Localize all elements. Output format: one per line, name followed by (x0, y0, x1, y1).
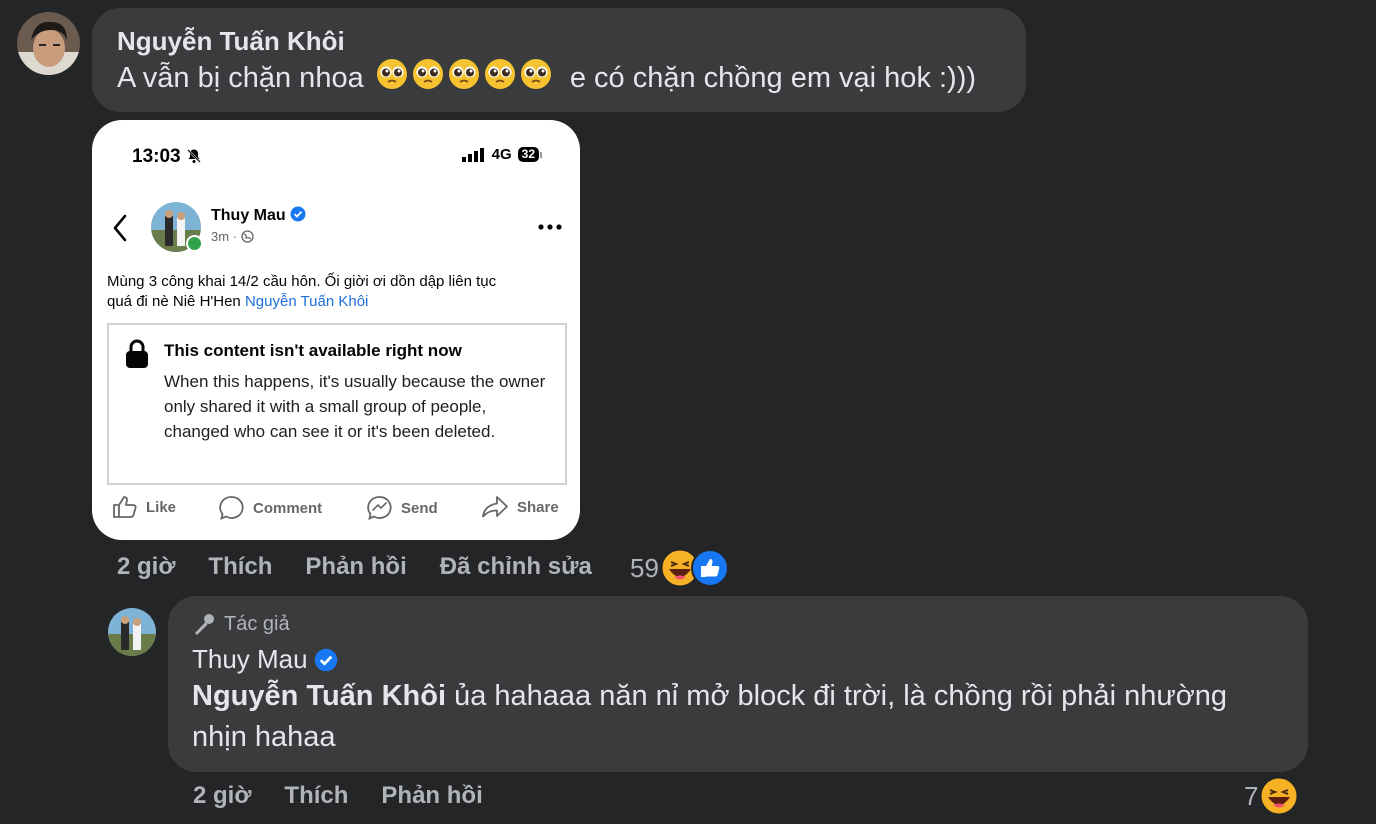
reply-bubble: Tác giả Thuy Mau Nguyễn Tuấn Khôi ủa hah… (168, 596, 1308, 772)
author-badge: Tác giả (192, 612, 290, 636)
reply-author[interactable]: Thuy Mau (192, 644, 338, 675)
comment-reply-button[interactable]: Phản hồi (305, 553, 406, 581)
post-comment-label: Comment (253, 499, 323, 517)
unavailable-description: When this happens, it's usually because … (164, 372, 546, 441)
microphone-icon (195, 614, 214, 635)
attached-screenshot[interactable]: 13:03 4G 32 Thuy Mau 3m · Mùng 3 công kh… (92, 120, 580, 540)
comment-text-before: A vẫn bị chặn nhoa (117, 62, 364, 94)
share-arrow-icon (482, 496, 508, 518)
pleading-emoji-group (376, 57, 558, 103)
comment-author[interactable]: Nguyễn Tuấn Khôi (117, 26, 345, 57)
globe-icon (240, 230, 254, 243)
author-badge-label: Tác giả (224, 612, 290, 635)
post-author-text: Thuy Mau (211, 207, 286, 224)
post-text-line1: Mùng 3 công khai 14/2 cầu hôn. Ối giời ơ… (107, 273, 497, 290)
comment-reaction-count: 59 (630, 552, 659, 583)
post-like-button[interactable]: Like (112, 495, 176, 519)
reply-mention[interactable]: Nguyễn Tuấn Khôi (192, 680, 446, 712)
pleading-face-emoji-icon (376, 58, 552, 90)
reply-reactions[interactable]: 7 (1244, 777, 1298, 815)
content-unavailable-box: This content isn't available right now W… (107, 323, 567, 485)
post-send-button[interactable]: Send (367, 495, 438, 521)
verified-badge-icon (314, 648, 337, 671)
post-meta: 3m · (211, 229, 254, 244)
reply-like-button[interactable]: Thích (284, 782, 348, 810)
post-send-label: Send (401, 499, 438, 517)
reply-author-name: Thuy Mau (192, 644, 308, 674)
back-arrow-icon[interactable] (112, 214, 128, 242)
reply-text: Nguyễn Tuấn Khôi ủa hahaaa năn nỉ mở blo… (192, 676, 1282, 758)
lock-icon (126, 339, 148, 368)
post-like-label: Like (146, 498, 177, 516)
battery-level: 32 (517, 147, 539, 162)
status-time: 13:03 (132, 146, 202, 168)
more-options-icon[interactable] (538, 224, 562, 230)
reply-author-avatar[interactable] (108, 608, 156, 656)
reply-actions: 2 giờ Thích Phản hồi (193, 782, 516, 810)
messenger-icon (367, 496, 392, 521)
reply-reply-button[interactable]: Phản hồi (381, 782, 482, 810)
post-meta-text: 3m · (211, 229, 237, 244)
verified-badge-icon (290, 206, 306, 222)
battery-icon: 32 (517, 147, 542, 162)
reply-reaction-count: 7 (1244, 780, 1259, 811)
post-share-label: Share (517, 498, 559, 516)
post-share-button[interactable]: Share (481, 495, 559, 519)
status-time-text: 13:03 (132, 146, 181, 167)
post-action-bar: Like Comment Send Share (92, 493, 580, 523)
reply-time[interactable]: 2 giờ (193, 782, 251, 810)
network-label: 4G (491, 146, 512, 163)
post-text-line2: quá đi nè Niê H'Hen (107, 293, 241, 310)
comment-bubble: Nguyễn Tuấn Khôi A vẫn bị chặn nhoa e có… (92, 8, 1026, 112)
comment-actions: 2 giờ Thích Phản hồi Đã chỉnh sửa (117, 553, 632, 581)
comment-bubble-icon (219, 496, 244, 521)
bell-muted-icon (187, 149, 201, 163)
post-comment-button[interactable]: Comment (219, 495, 322, 521)
post-author-name[interactable]: Thuy Mau (211, 206, 306, 225)
comment-time[interactable]: 2 giờ (117, 553, 175, 581)
post-header: Thuy Mau 3m · (92, 202, 580, 262)
unavailable-title: This content isn't available right now (164, 341, 462, 360)
commenter-avatar[interactable] (17, 12, 80, 75)
post-text: Mùng 3 công khai 14/2 cầu hôn. Ối giời ơ… (107, 272, 567, 312)
comment-reactions[interactable]: 59 (630, 549, 729, 587)
online-dot (186, 235, 203, 252)
like-reaction-icon (690, 549, 729, 587)
comment-text-after: e có chặn chồng em vại hok :))) (569, 62, 977, 94)
post-mention-link[interactable]: Nguyễn Tuấn Khôi (245, 293, 368, 310)
comment-edited-label[interactable]: Đã chỉnh sửa (440, 553, 592, 581)
signal-icon (461, 147, 484, 162)
thumbs-up-outline-icon (113, 496, 137, 518)
comment-like-button[interactable]: Thích (208, 553, 272, 581)
status-right: 4G 32 (461, 146, 542, 163)
comment-text: A vẫn bị chặn nhoa e có chặn chồng em vạ… (117, 57, 976, 103)
haha-reaction-icon (1260, 777, 1298, 815)
